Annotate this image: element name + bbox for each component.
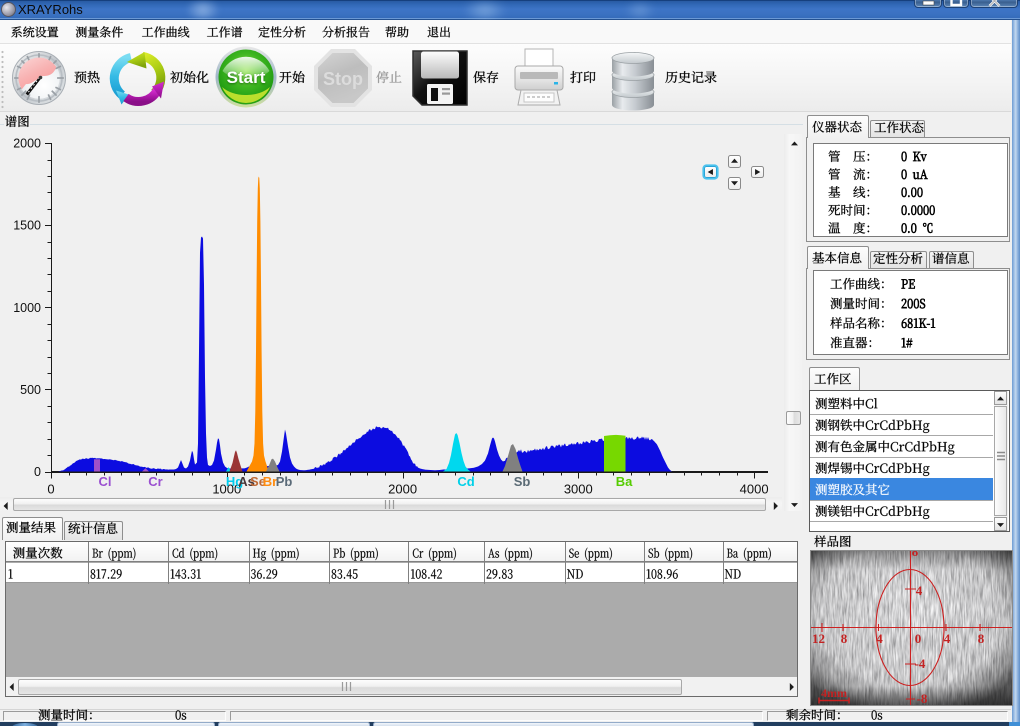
- svg-text:Sb: Sb: [514, 474, 531, 489]
- svg-text:1000: 1000: [13, 301, 41, 315]
- svg-text:4mm: 4mm: [821, 686, 847, 700]
- svg-text:0: 0: [915, 631, 922, 646]
- svg-text:-8: -8: [917, 691, 928, 705]
- svg-text:8: 8: [978, 631, 985, 646]
- svg-text:1500: 1500: [13, 219, 41, 233]
- svg-text:Stop: Stop: [323, 69, 363, 89]
- svg-text:2000: 2000: [388, 482, 417, 497]
- svg-text:4: 4: [876, 631, 883, 646]
- svg-text:2000: 2000: [13, 137, 41, 151]
- svg-text:Cl: Cl: [99, 474, 112, 489]
- svg-text:Ba: Ba: [616, 474, 633, 489]
- svg-text:Start: Start: [226, 68, 265, 87]
- svg-text:-4: -4: [915, 656, 926, 671]
- svg-text:0: 0: [34, 465, 41, 479]
- svg-text:4000: 4000: [740, 482, 769, 497]
- svg-text:Cr: Cr: [148, 474, 162, 489]
- svg-text:8: 8: [912, 551, 919, 559]
- svg-text:0: 0: [47, 482, 54, 497]
- svg-text:8: 8: [841, 631, 848, 646]
- svg-text:4: 4: [944, 631, 951, 646]
- svg-text:Cd: Cd: [457, 474, 474, 489]
- svg-text:Pb: Pb: [276, 474, 293, 489]
- svg-text:12: 12: [812, 631, 825, 646]
- svg-text:500: 500: [20, 383, 41, 397]
- svg-text:4: 4: [916, 583, 923, 598]
- svg-text:3000: 3000: [564, 482, 593, 497]
